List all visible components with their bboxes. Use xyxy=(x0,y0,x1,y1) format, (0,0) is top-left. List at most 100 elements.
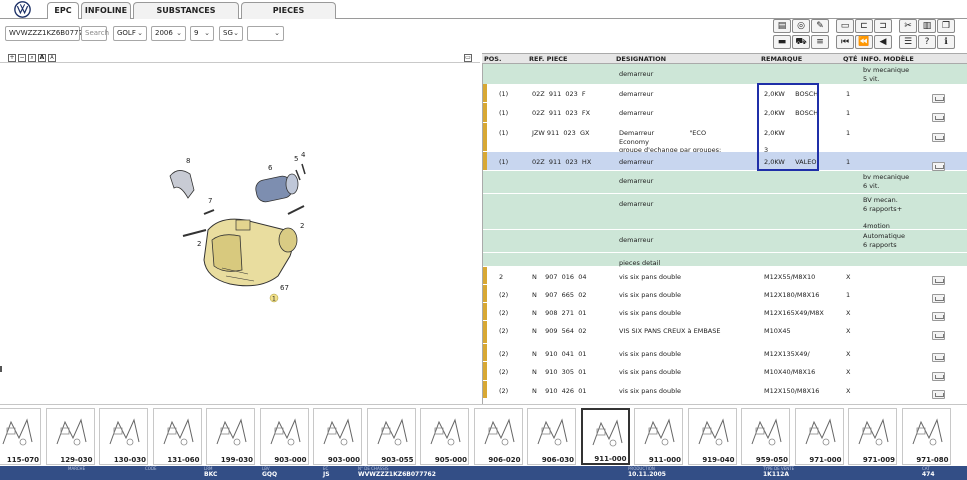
region-select[interactable]: SG ⌄ xyxy=(219,26,243,41)
thumbnail-label: 906-020 xyxy=(488,456,521,464)
thumbnail-971-000[interactable]: 971-000 xyxy=(794,408,844,465)
table-row[interactable]: (2) N 908 271 01 vis six pans double M12X16… xyxy=(483,303,967,321)
vehicle-button[interactable]: ⛟ xyxy=(792,35,810,49)
table-row[interactable]: demarreur BV mecan. 6 rapports+ 4motion xyxy=(483,194,967,230)
first-page-icon: ⏮ xyxy=(840,36,850,47)
add-to-cart-icon[interactable] xyxy=(932,331,945,340)
elsa-button[interactable]: ▭ xyxy=(836,19,854,33)
row-marker xyxy=(483,321,487,343)
add-to-cart-icon[interactable] xyxy=(932,390,945,399)
screen-button[interactable]: ▬ xyxy=(773,35,791,49)
table-row[interactable]: (2) N 910 041 01 vis six pans double M12X13… xyxy=(483,344,967,362)
thumbnail-129-030[interactable]: 129-030 xyxy=(45,408,95,465)
pin-icon: ✂ xyxy=(904,20,912,31)
thumbnail-903-000[interactable]: 903-000 xyxy=(259,408,309,465)
service-button[interactable]: ◎ xyxy=(792,19,810,33)
callout-8: 8 xyxy=(186,157,190,165)
add-to-cart-icon[interactable] xyxy=(932,312,945,321)
table-row[interactable]: (1) 02Z 911 023 FX demarreur 2,0KW BOSCH 1 xyxy=(483,103,967,123)
row-marker xyxy=(483,103,487,122)
table-row[interactable]: (1) 02Z 911 023 Fdemarreur 2,0KW BOSCH 1 xyxy=(483,84,967,103)
font-smaller-icon[interactable]: A xyxy=(48,54,56,62)
zoom-in-icon[interactable]: + xyxy=(8,54,16,62)
thumbnail-199-030[interactable]: 199-030 xyxy=(206,408,255,465)
cart-add-button[interactable]: ⊐ xyxy=(874,19,892,33)
thumbnail-label: 129-030 xyxy=(60,456,93,464)
thumbnail-971-080[interactable]: 971-080 xyxy=(901,408,951,465)
vin-input[interactable]: WVWZZZ1KZ6B077762 xyxy=(5,26,92,41)
table-row[interactable]: demarreur bv mecanique 6 vit. xyxy=(483,171,967,194)
thumbnail-906-020[interactable]: 906-020 xyxy=(473,408,523,465)
add-to-cart-icon[interactable] xyxy=(932,93,945,103)
font-larger-icon[interactable]: A xyxy=(38,54,46,62)
tab-substances-chimiques[interactable]: SUBSTANCES CHIMIQUES xyxy=(133,2,239,31)
info-button[interactable]: ℹ xyxy=(937,35,955,49)
thumbnail-903-055[interactable]: 903-055 xyxy=(366,408,416,465)
thumbnail-959-050[interactable]: 959-050 xyxy=(741,408,790,465)
tab-pieces-normalisees[interactable]: PIECES NORMALISEES xyxy=(241,2,336,31)
table-row[interactable]: (2) N 909 564 02 VIS SIX PANS CREUX à EMBA… xyxy=(483,321,967,344)
cell-qty: X xyxy=(846,273,851,281)
thumbnail-906-030[interactable]: 906-030 xyxy=(527,408,576,465)
add-to-cart-icon[interactable] xyxy=(932,353,945,362)
table-row[interactable]: demarreur bv mecanique 5 vit. xyxy=(483,64,967,85)
diagram-thumbnail-icon xyxy=(592,419,622,447)
table-row[interactable]: (1) 02Z 911 023 HX demarreur 2,0KW VALEO 1 xyxy=(483,152,967,171)
table-row[interactable]: pieces detail xyxy=(483,253,967,267)
thumbnail-919-040[interactable]: 919-040 xyxy=(687,408,737,465)
tab-infoline[interactable]: INFOLINE xyxy=(81,2,131,19)
add-to-cart-icon[interactable] xyxy=(932,294,945,303)
variant-select[interactable]: 9 ⌄ xyxy=(190,26,214,41)
thumbnail-911-000[interactable]: 911-000 xyxy=(580,408,630,465)
year-select[interactable]: 2006 ⌄ xyxy=(151,26,186,41)
first-page-button[interactable]: ⏮ xyxy=(836,35,854,49)
table-row[interactable]: 2 N 907 016 04 vis six pans double M12X55/M… xyxy=(483,267,967,285)
help-button[interactable]: ? xyxy=(918,35,936,49)
header-info: INFO. MODÈLE xyxy=(861,55,914,63)
expand-image-icon[interactable]: ▭ xyxy=(464,54,472,62)
thumbnail-905-000[interactable]: 905-000 xyxy=(420,408,469,465)
table-row[interactable]: (1) JZW 911 023 GX Demarreur "ECO Economy … xyxy=(483,123,967,154)
extra-select[interactable]: ⌄ xyxy=(247,26,284,41)
cart-button[interactable]: ⊏ xyxy=(855,19,873,33)
table-row[interactable]: demarreur Automatique 6 rapports xyxy=(483,230,967,253)
add-to-cart-icon[interactable] xyxy=(932,161,945,171)
prev-button[interactable]: ◀ xyxy=(874,35,892,49)
help-icon: ? xyxy=(924,36,930,47)
thumbnail-911-000[interactable]: 911-000 xyxy=(634,408,683,465)
model-select[interactable]: GOLF ⌄ xyxy=(113,26,147,41)
zoom-out-icon[interactable]: − xyxy=(18,54,26,62)
print-button[interactable]: ▤ xyxy=(773,19,791,33)
filter-button[interactable]: ≡ xyxy=(811,35,829,49)
tools-button[interactable]: ✎ xyxy=(811,19,829,33)
menu-icon: ☰ xyxy=(903,36,913,47)
search-button[interactable]: Search xyxy=(81,26,109,41)
year-value: 2006 xyxy=(155,29,173,37)
status-field: EC JS xyxy=(323,466,330,478)
tab-epc[interactable]: EPC xyxy=(47,2,79,20)
zoom-fit-icon[interactable]: ⌕ xyxy=(28,54,36,62)
table-row[interactable]: (2) N 910 305 01 vis six pans double M10X40… xyxy=(483,362,967,381)
add-to-cart-icon[interactable] xyxy=(932,276,945,285)
thumbnail-115-070[interactable]: 115-070 xyxy=(0,408,41,465)
add-to-cart-icon[interactable] xyxy=(932,113,945,122)
table-row[interactable]: (2) N 907 665 02 vis six pans double M12X18… xyxy=(483,285,967,303)
pin-button[interactable]: ✂ xyxy=(899,19,917,33)
book-button[interactable]: ▥ xyxy=(918,19,936,33)
cell-remark: M12X150/M8X16 xyxy=(764,387,820,395)
status-field: CODE xyxy=(145,466,157,471)
diagram-thumbnail-icon xyxy=(323,418,354,446)
table-row[interactable]: (2) N 910 426 01 vis six pans double M12X15… xyxy=(483,381,967,399)
menu-button[interactable]: ☰ xyxy=(899,35,917,49)
thumbnail-971-009[interactable]: 971-009 xyxy=(848,408,897,465)
cell-remark: M10X40/M8X16 xyxy=(764,368,816,376)
add-to-cart-icon[interactable] xyxy=(932,371,945,381)
thumbnail-label: 199-030 xyxy=(220,456,253,464)
thumbnail-903-000[interactable]: 903-000 xyxy=(313,408,362,465)
thumbnail-131-060[interactable]: 131-060 xyxy=(152,408,202,465)
prev-group-button[interactable]: ⏪ xyxy=(855,35,873,49)
copy-button[interactable]: ❐ xyxy=(937,19,955,33)
printer-icon: ▤ xyxy=(777,20,787,31)
thumbnail-130-030[interactable]: 130-030 xyxy=(99,408,148,465)
add-to-cart-icon[interactable] xyxy=(932,133,945,142)
